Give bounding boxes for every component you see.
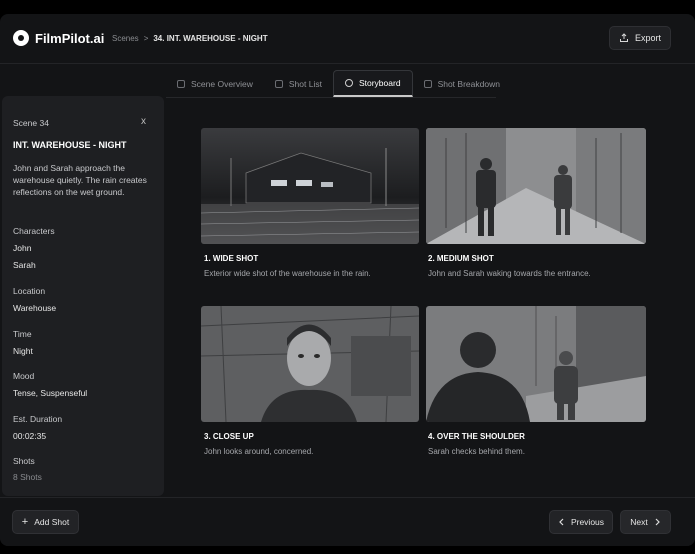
logo[interactable]: FilmPilot.ai [13,30,104,46]
storyboard-frame-1[interactable] [201,128,419,244]
previous-label: Previous [570,517,605,527]
tab-label: Scene Overview [191,78,253,89]
mood-value: Tense, Suspenseful [13,388,88,398]
overview-icon [177,79,185,88]
character-item: Sarah [13,260,36,270]
over-shoulder-sketch [426,306,646,422]
export-label: Export [634,33,661,43]
previous-button[interactable]: Previous [549,510,613,534]
next-button[interactable]: Next [620,510,671,534]
add-shot-button[interactable]: + Add Shot [12,510,79,534]
add-shot-label: Add Shot [34,517,70,527]
app-window: FilmPilot.ai Scenes > 34. INT. WAREHOUSE… [0,14,695,546]
time-value: Night [13,346,33,356]
shot-title: 1. WIDE SHOT [204,254,259,263]
tab-divider [166,97,496,98]
tab-label: Shot List [288,78,322,89]
tab-scene-overview[interactable]: Scene Overview [166,70,264,97]
shot-description: John and Sarah waking towards the entran… [428,269,591,278]
next-label: Next [630,517,648,527]
tab-shot-breakdown[interactable]: Shot Breakdown [413,70,511,97]
tab-label: Storyboard [358,78,401,88]
time-label: Time [13,329,32,339]
characters-label: Characters [13,226,55,236]
storyboard-icon [344,79,353,87]
duration-value: 00:02:35 [13,431,47,441]
close-icon[interactable]: x [141,116,146,127]
warehouse-sketch [201,128,419,244]
tab-bar: Scene Overview Shot List Storyboard Shot… [166,70,511,97]
tab-shot-list[interactable]: Shot List [264,70,333,97]
shot-description: Exterior wide shot of the warehouse in t… [204,269,371,278]
scene-title: INT. WAREHOUSE - NIGHT [13,140,127,150]
street-sketch [426,128,646,244]
breakdown-icon [423,79,432,88]
logo-text: FilmPilot.ai [35,30,105,46]
tab-storyboard[interactable]: Storyboard [332,70,413,97]
chevron-right-icon [655,518,660,526]
export-button[interactable]: Export [609,26,671,50]
tab-label: Shot Breakdown [437,78,500,89]
close-up-sketch [201,306,419,422]
chevron-left-icon [559,518,564,526]
shot-description: Sarah checks behind them. [428,447,525,456]
scene-description: John and Sarah approach the warehouse qu… [13,163,147,197]
breadcrumb-current: 34. INT. WAREHOUSE - NIGHT [153,34,268,43]
shot-title: 4. OVER THE SHOULDER [428,432,525,441]
shots-count: 8 Shots [13,472,42,482]
shot-title: 3. CLOSE UP [204,432,254,441]
breadcrumb-scenes[interactable]: Scenes [112,34,139,43]
scene-details-panel: Scene 34 x INT. WAREHOUSE - NIGHT John a… [2,96,164,496]
shot-title: 2. MEDIUM SHOT [428,254,494,263]
location-value: Warehouse [13,303,57,313]
logo-icon [13,30,29,46]
list-icon [274,79,283,88]
character-item: John [13,243,32,253]
export-icon [619,33,628,42]
scene-number: Scene 34 [13,118,49,128]
location-label: Location [13,286,46,296]
footer: + Add Shot Previous Next [0,497,695,546]
shots-label: Shots [13,456,35,466]
header: FilmPilot.ai Scenes > 34. INT. WAREHOUSE… [0,14,695,64]
mood-label: Mood [13,371,35,381]
plus-icon: + [21,516,29,528]
duration-label: Est. Duration [13,414,63,424]
storyboard-frame-3[interactable] [201,306,419,422]
storyboard-frame-4[interactable] [426,306,646,422]
chevron-right-icon: > [143,34,149,43]
shot-description: John looks around, concerned. [204,447,314,456]
storyboard-frame-2[interactable] [426,128,646,244]
breadcrumb: Scenes > 34. INT. WAREHOUSE - NIGHT [112,34,268,43]
